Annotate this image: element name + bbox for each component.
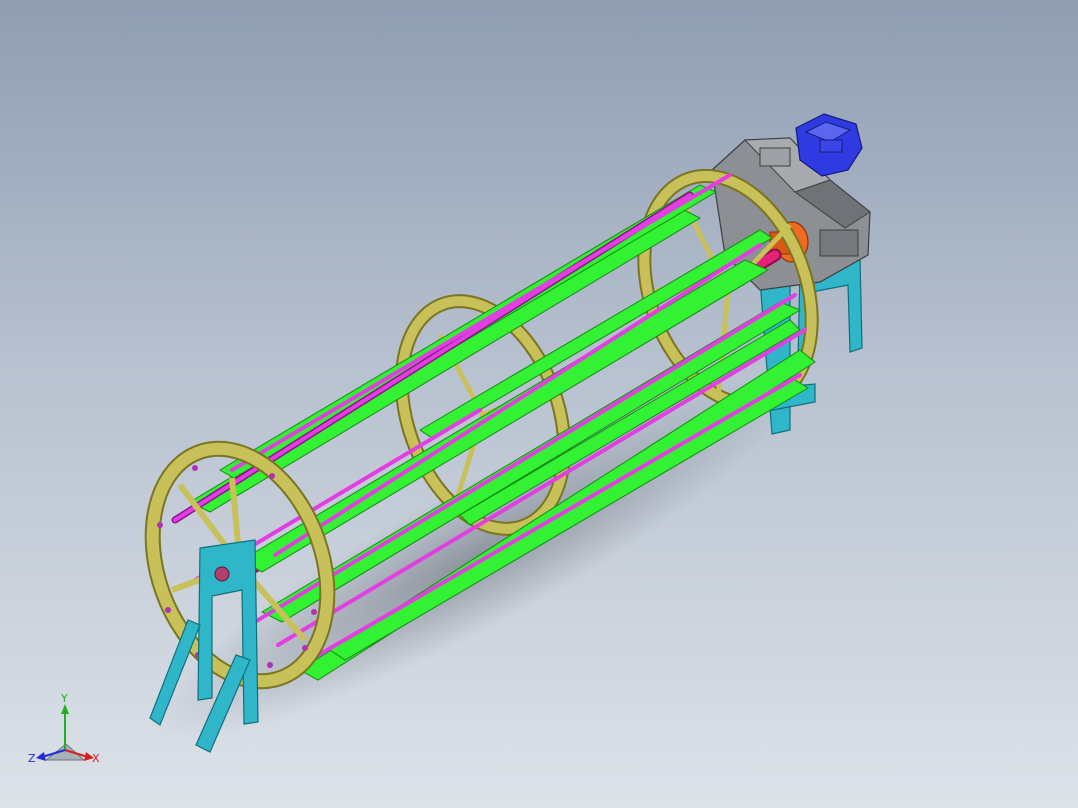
graphics-viewport[interactable]: Y X Z <box>0 0 1078 808</box>
y-axis-label: Y <box>60 692 68 705</box>
y-axis-arrow <box>61 704 69 714</box>
z-axis-arrow <box>36 752 46 761</box>
cage-drum-model[interactable] <box>0 0 1078 808</box>
z-axis-label: Z <box>28 752 36 765</box>
x-axis-label: X <box>92 752 100 765</box>
axis-triad: Y X Z <box>28 692 100 765</box>
